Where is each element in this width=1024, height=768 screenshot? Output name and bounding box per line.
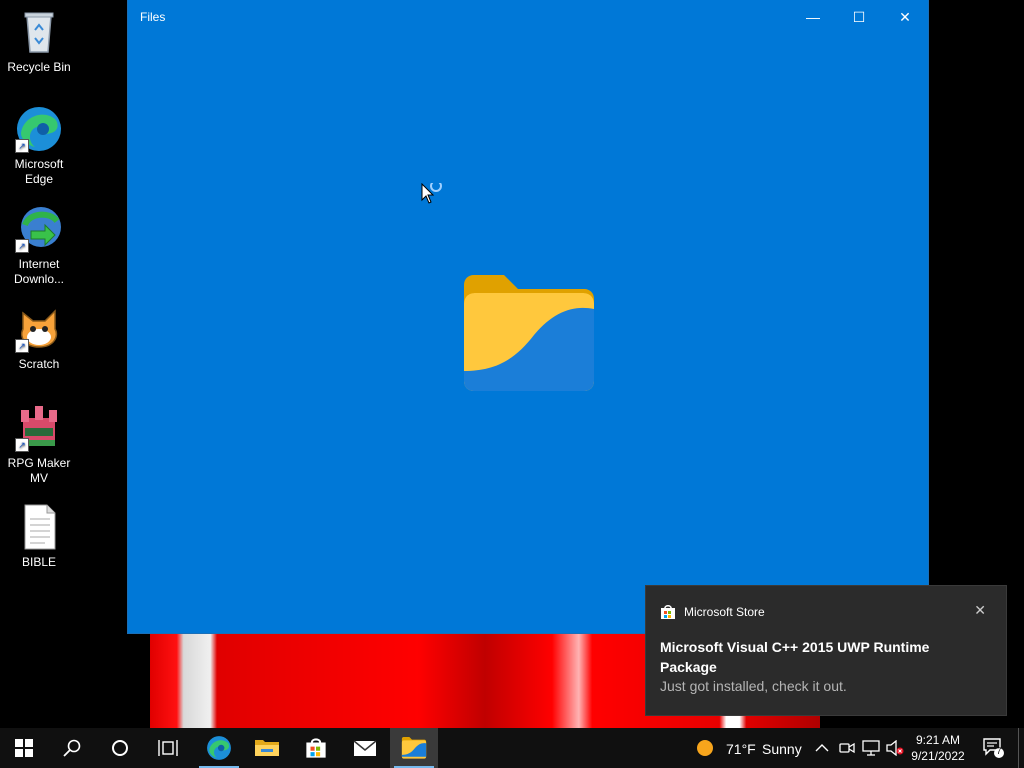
- task-view-icon: [158, 740, 178, 756]
- toast-notification[interactable]: Microsoft Store ✕ Microsoft Visual C++ 2…: [645, 585, 1007, 716]
- network-icon[interactable]: [862, 740, 880, 761]
- clock-date: 9/21/2022: [911, 749, 965, 763]
- toast-app-name: Microsoft Store: [684, 605, 765, 619]
- edge-icon: ↗: [15, 105, 63, 153]
- desktop: Recycle Bin ↗ Microsoft Edge ↗ Internet …: [0, 0, 1024, 728]
- desktop-icon-recycle-bin[interactable]: Recycle Bin: [4, 8, 74, 75]
- desktop-icon-internet-download-manager[interactable]: ↗ Internet Downlo...: [4, 205, 74, 287]
- search-button[interactable]: [48, 728, 96, 768]
- show-desktop-button[interactable]: [1018, 728, 1019, 768]
- action-center-button[interactable]: 7: [982, 736, 1004, 758]
- toast-title: Microsoft Visual C++ 2015 UWP Runtime Pa…: [660, 639, 930, 675]
- desktop-icon-label: BIBLE: [21, 555, 57, 569]
- weather-description[interactable]: Sunny: [762, 741, 802, 757]
- microsoft-store-icon: [306, 738, 326, 758]
- minimize-button[interactable]: —: [790, 0, 836, 34]
- toast-close-button[interactable]: ✕: [974, 602, 986, 619]
- close-button[interactable]: ✕: [882, 0, 928, 34]
- shortcut-arrow-icon: ↗: [15, 239, 29, 253]
- task-view-button[interactable]: [144, 728, 192, 768]
- notification-count: 7: [996, 746, 1002, 756]
- rpg-maker-icon: ↗: [15, 404, 63, 452]
- taskbar-files-button[interactable]: [390, 728, 438, 768]
- edge-icon: [207, 736, 231, 760]
- shortcut-arrow-icon: ↗: [15, 438, 29, 452]
- desktop-icon-label: Scratch: [18, 357, 60, 371]
- desktop-icon-label: Microsoft Edge: [14, 157, 64, 186]
- file-explorer-icon: [255, 740, 279, 756]
- toast-body: Just got installed, check it out.: [660, 678, 847, 694]
- desktop-icon-edge[interactable]: ↗ Microsoft Edge: [4, 105, 74, 187]
- desktop-icon-label: RPG Maker MV: [7, 456, 71, 485]
- files-window[interactable]: Files — ☐ ✕: [128, 0, 928, 633]
- start-button[interactable]: [0, 728, 48, 768]
- cortana-circle-icon: [112, 740, 128, 756]
- taskbar-file-explorer-button[interactable]: [243, 728, 291, 768]
- taskbar-store-button[interactable]: [292, 728, 340, 768]
- files-app-icon: [401, 737, 427, 759]
- taskbar-mail-button[interactable]: [341, 728, 389, 768]
- system-clock[interactable]: 9:21 AM 9/21/2022: [902, 732, 974, 764]
- windows-logo-icon: [15, 739, 33, 757]
- text-document-icon: [15, 503, 63, 551]
- chevron-up-icon[interactable]: [815, 741, 829, 759]
- shortcut-arrow-icon: ↗: [15, 139, 29, 153]
- shortcut-arrow-icon: ↗: [15, 339, 29, 353]
- cortana-button[interactable]: [96, 728, 144, 768]
- taskbar-edge-button[interactable]: [195, 728, 243, 768]
- recycle-bin-icon: [15, 8, 63, 56]
- desktop-icon-bible[interactable]: BIBLE: [4, 503, 74, 570]
- weather-sun-icon[interactable]: [696, 739, 714, 762]
- window-title: Files: [140, 10, 166, 24]
- taskbar: 71°F Sunny 9:21 AM 9/21/2022 7: [0, 728, 1024, 768]
- scratch-icon: ↗: [15, 305, 63, 353]
- search-icon: [63, 739, 81, 757]
- folder-splash-icon: [464, 275, 594, 398]
- internet-download-manager-icon: ↗: [15, 205, 63, 253]
- mail-icon: [353, 740, 377, 756]
- desktop-icon-label: Internet Downlo...: [13, 257, 65, 286]
- desktop-icon-rpg-maker[interactable]: ↗ RPG Maker MV: [4, 404, 74, 486]
- meet-now-icon[interactable]: [839, 740, 855, 761]
- store-bag-icon: [660, 604, 676, 625]
- desktop-icon-scratch[interactable]: ↗ Scratch: [4, 305, 74, 372]
- clock-time: 9:21 AM: [915, 733, 961, 747]
- maximize-button[interactable]: ☐: [836, 0, 882, 34]
- desktop-icon-label: Recycle Bin: [7, 60, 71, 74]
- weather-temperature[interactable]: 71°F: [726, 741, 756, 757]
- busy-cursor-icon: [421, 180, 447, 210]
